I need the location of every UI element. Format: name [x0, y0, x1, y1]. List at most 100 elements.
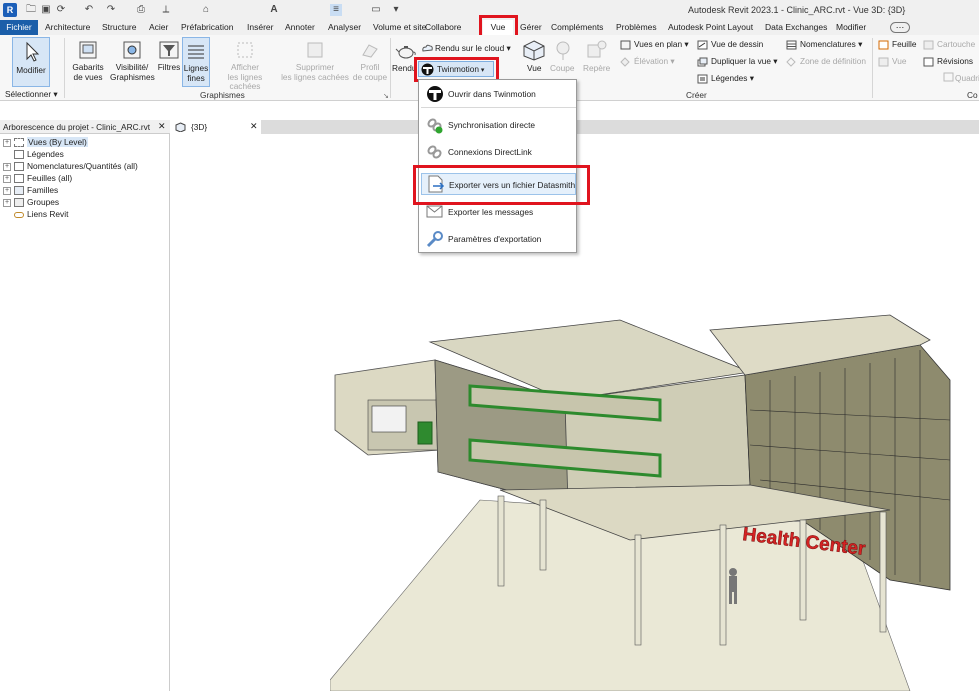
tab-fichier[interactable]: Fichier: [0, 20, 38, 35]
text-icon[interactable]: A: [268, 4, 280, 16]
group-launcher-icon[interactable]: ↘: [383, 92, 389, 100]
section-icon[interactable]: [552, 39, 574, 61]
group-separator: [872, 38, 873, 98]
tree-item-families[interactable]: + Familles: [3, 184, 58, 196]
show-hidden-lines-button[interactable]: Afficher les lignes cachées: [212, 37, 278, 91]
switch-windows-icon[interactable]: ▭: [370, 4, 382, 16]
select-group-label[interactable]: Sélectionner ▾: [5, 89, 58, 100]
tab-inserer[interactable]: Insérer: [247, 20, 273, 35]
menu-item-directlink-connections[interactable]: Connexions DirectLink: [421, 141, 576, 163]
redo-icon[interactable]: ↷: [105, 4, 117, 16]
tab-data-exchanges[interactable]: Data Exchanges: [765, 20, 827, 35]
modify-button[interactable]: Modifier: [12, 37, 50, 87]
drafting-view-button[interactable]: Vue de dessin: [711, 39, 763, 50]
tag-icon[interactable]: ⌂: [200, 4, 212, 16]
scope-box-icon: [786, 57, 796, 67]
view-3d-tab-icon: [175, 122, 186, 132]
tree-item-groups[interactable]: + Groupes: [3, 196, 59, 208]
measure-icon[interactable]: ⟂: [160, 4, 172, 16]
visibility-graphics-button[interactable]: Visibilité/ Graphismes: [110, 37, 155, 87]
cloud-render-button[interactable]: Rendu sur le cloud ▾: [435, 43, 511, 54]
sync-link-icon: [427, 118, 443, 134]
tab-complements[interactable]: Compléments: [551, 20, 603, 35]
thin-lines-button[interactable]: Lignes fines: [182, 37, 210, 87]
cut-profile-button[interactable]: Profil de coupe: [352, 37, 388, 87]
duplicate-view-button[interactable]: Dupliquer la vue ▾: [711, 56, 777, 67]
legends-tree-icon: [14, 150, 24, 160]
cut-profile-label: Profil de coupe: [352, 62, 388, 82]
legends-button[interactable]: Légendes ▾: [711, 73, 754, 84]
cloud-render-icon: [422, 44, 433, 52]
callout-label[interactable]: Repère: [583, 63, 610, 74]
tab-annoter[interactable]: Annoter: [285, 20, 315, 35]
graphics-group-label: Graphismes: [200, 90, 245, 100]
tab-architecture[interactable]: Architecture: [45, 20, 90, 35]
callout-icon[interactable]: [585, 39, 607, 61]
dropdown-icon[interactable]: ▾: [390, 4, 402, 16]
tab-analyser[interactable]: Analyser: [328, 20, 361, 35]
close-view-tab-icon[interactable]: ✕: [250, 121, 258, 132]
scope-box-button[interactable]: Zone de définition: [800, 56, 866, 67]
modify-label: Modifier: [16, 65, 46, 75]
tab-volume-site[interactable]: Volume et site: [373, 20, 426, 35]
sheet-button[interactable]: Feuille: [892, 39, 916, 50]
view-templates-label: Gabarits de vues: [72, 62, 104, 82]
print-icon[interactable]: ⎙: [135, 4, 147, 16]
menu-item-export-settings[interactable]: Paramètres d'exportation: [421, 228, 576, 250]
tab-problemes[interactable]: Problèmes: [616, 20, 657, 35]
tab-prefabrication[interactable]: Préfabrication: [181, 20, 233, 35]
groups-tree-icon: [14, 198, 24, 208]
thin-lines-icon[interactable]: ≡: [330, 4, 342, 16]
close-browser-icon[interactable]: ✕: [158, 121, 166, 132]
sync-icon[interactable]: ⟳: [55, 4, 67, 16]
window-title: Autodesk Revit 2023.1 - Clinic_ARC.rvt -…: [688, 5, 906, 15]
more-tabs-toggle-icon[interactable]: ⋯: [890, 22, 910, 33]
tab-point-layout[interactable]: Autodesk Point Layout: [668, 20, 753, 35]
families-tree-icon: [14, 186, 24, 196]
tab-acier[interactable]: Acier: [149, 20, 168, 35]
tree-item-schedules[interactable]: + Nomenclatures/Quantités (all): [3, 160, 138, 172]
tree-item-sheets[interactable]: + Feuilles (all): [3, 172, 72, 184]
composition-group-label: Co: [967, 90, 978, 100]
menu-item-open-twinmotion[interactable]: Ouvrir dans Twinmotion: [421, 83, 576, 105]
tab-structure[interactable]: Structure: [102, 20, 137, 35]
drafting-view-icon: [697, 40, 708, 50]
project-browser-header: Arborescence du projet - Clinic_ARC.rvt: [0, 120, 170, 134]
render-label[interactable]: Rendu: [392, 63, 416, 74]
remove-hidden-lines-button[interactable]: Supprimer les lignes cachées: [280, 37, 350, 87]
tab-modifier[interactable]: Modifier: [836, 20, 866, 35]
remove-hidden-lines-icon: [307, 42, 323, 58]
visibility-graphics-label: Visibilité/ Graphismes: [110, 62, 155, 82]
tree-item-views[interactable]: + Vues (By Level): [3, 136, 88, 148]
plan-views-button[interactable]: Vues en plan ▾: [634, 39, 689, 50]
view-3d-label[interactable]: Vue: [527, 63, 541, 74]
show-hidden-lines-icon: [237, 42, 253, 58]
tab-3d-view[interactable]: {3D}: [171, 120, 261, 134]
matchline-button[interactable]: Quadrillage: [955, 73, 979, 84]
elevation-button[interactable]: Élévation ▾: [634, 56, 675, 67]
section-label[interactable]: Coupe: [550, 63, 574, 74]
group-separator: [64, 38, 65, 98]
open-icon[interactable]: 🗀: [25, 4, 37, 16]
revit-logo-icon[interactable]: R: [3, 3, 17, 17]
menu-item-direct-sync[interactable]: Synchronisation directe: [421, 114, 576, 136]
tab-3d-label: {3D}: [191, 122, 208, 132]
view-templates-icon: [79, 41, 97, 59]
tree-item-legends[interactable]: Légendes: [14, 148, 64, 160]
undo-icon[interactable]: ↶: [83, 4, 95, 16]
view-templates-button[interactable]: Gabarits de vues: [70, 37, 106, 87]
filters-button[interactable]: Filtres: [156, 37, 182, 87]
titleblock-button[interactable]: Cartouche: [937, 39, 975, 50]
cursor-icon: [26, 41, 40, 62]
tab-gerer[interactable]: Gérer: [520, 20, 542, 35]
tab-collaborer[interactable]: Collabore: [425, 20, 461, 35]
tree-item-revit-links[interactable]: Liens Revit: [14, 208, 68, 220]
view-placement-button[interactable]: Vue: [892, 56, 906, 67]
schedules-button[interactable]: Nomenclatures ▾: [800, 39, 862, 50]
revisions-button[interactable]: Révisions: [937, 56, 973, 67]
thin-lines-label: Lignes fines: [183, 63, 209, 83]
building-3d-model[interactable]: Health Center: [330, 300, 979, 691]
show-hidden-lines-label: Afficher les lignes cachées: [227, 62, 263, 91]
view-3d-icon[interactable]: [522, 39, 546, 61]
save-icon[interactable]: ▣: [40, 4, 52, 16]
